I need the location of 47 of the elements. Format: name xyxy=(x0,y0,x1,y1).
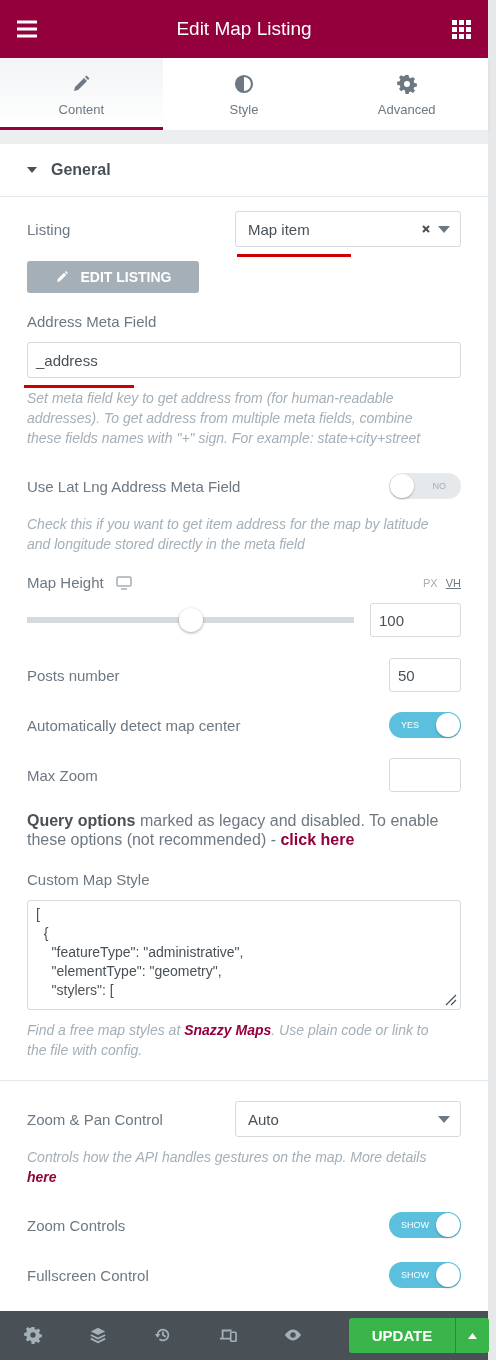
link[interactable]: here xyxy=(27,1169,57,1185)
field-label: Posts number xyxy=(27,666,120,684)
update-button[interactable]: UPDATE xyxy=(349,1318,455,1353)
unit-tab[interactable]: VH xyxy=(445,576,461,589)
field-label: Listing xyxy=(27,220,71,238)
text-field[interactable]: _address xyxy=(27,342,461,378)
layers-icon[interactable] xyxy=(89,1325,107,1346)
help-text: Find a free map styles at Snazzy Maps. Use plain code or link to the file with config. xyxy=(27,1021,430,1060)
link[interactable]: click here xyxy=(280,831,355,848)
caret-icon xyxy=(438,1115,450,1123)
field-label: Automatically detect map center xyxy=(27,716,241,734)
field-label: Address Meta Field xyxy=(27,313,158,330)
options-button[interactable] xyxy=(455,1318,489,1353)
notice-text: Query options marked as legacy and disabled. To enable these options (not recommended) - click here xyxy=(27,811,440,849)
code-field[interactable]: [ { "featureType": "administrative", "elementType": "geometry", "stylers": [ xyxy=(27,900,461,1010)
field-label: Map Height xyxy=(27,574,104,591)
number-field[interactable]: 50 xyxy=(389,658,461,692)
help-text: Set meta field key to get address from (for human-readable addresses). To get address from multiple meta fields, combine these fields names with "+" sign. For example: state+city+street xyxy=(27,389,422,448)
field-label: Fullscreen Control xyxy=(27,1266,149,1284)
field-label: Zoom Controls xyxy=(27,1216,126,1234)
caret-icon xyxy=(438,225,450,233)
field-label: Max Zoom xyxy=(27,766,98,784)
menu-icon[interactable] xyxy=(16,18,38,40)
slider-thumb[interactable] xyxy=(178,608,203,632)
help-text: Check this if you want to get item address for the map by latitude and longitude stored directly in the meta field xyxy=(27,515,430,554)
tab[interactable]: Style xyxy=(162,58,326,130)
pencil-icon xyxy=(71,74,92,94)
settings-icon xyxy=(396,74,417,94)
close-icon[interactable] xyxy=(422,225,430,233)
number-field[interactable] xyxy=(389,758,461,792)
dropdown[interactable]: Map item xyxy=(235,211,461,247)
apps-grid-icon[interactable] xyxy=(450,18,472,40)
field-label: Zoom & Pan Control xyxy=(27,1110,163,1128)
number-field[interactable]: 100 xyxy=(370,603,461,637)
pencil-icon xyxy=(54,270,69,284)
half-circle-icon xyxy=(234,74,254,94)
resize-handle-icon[interactable] xyxy=(445,994,457,1006)
tab[interactable]: Content xyxy=(0,58,163,130)
help-text: Controls how the API handles gestures on the map. More details here xyxy=(27,1148,428,1187)
tab[interactable]: Advanced xyxy=(325,58,488,130)
panel-title: Edit Map Listing xyxy=(176,18,312,40)
field-label: Use Lat Lng Address Meta Field xyxy=(27,477,241,495)
field-label: Custom Map Style xyxy=(27,871,151,888)
section-header[interactable]: General xyxy=(0,144,488,197)
settings-icon[interactable] xyxy=(24,1325,42,1346)
dropdown[interactable]: Auto xyxy=(235,1101,461,1137)
caret-icon xyxy=(468,1332,477,1339)
